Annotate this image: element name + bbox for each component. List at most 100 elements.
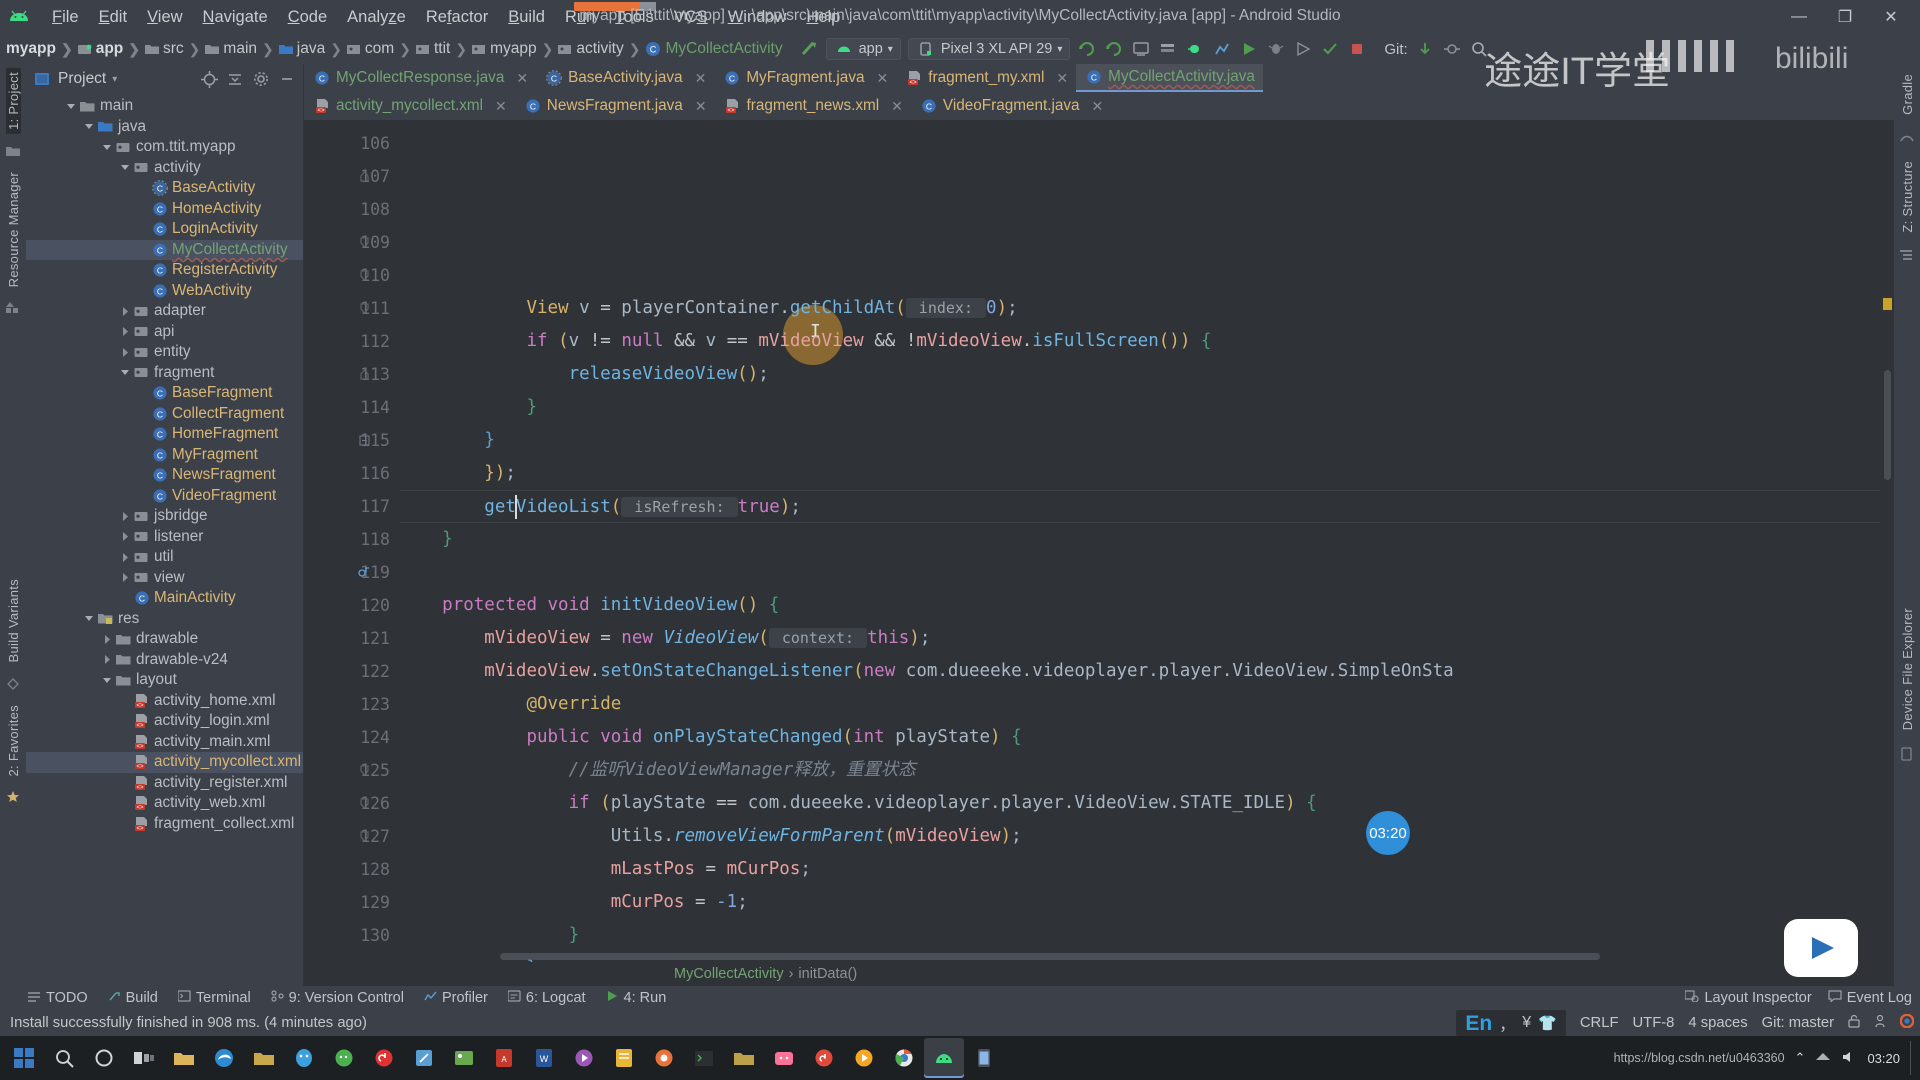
- tree-twisty-right-icon[interactable]: [102, 634, 113, 644]
- rail-item-favorites[interactable]: 2: Favorites: [6, 701, 21, 781]
- tree-node-activity-web-xml[interactable]: <> activity_web.xml: [26, 793, 303, 814]
- tree-node-activity-home-xml[interactable]: <> activity_home.xml: [26, 691, 303, 712]
- taskbar-app-edge[interactable]: [204, 1038, 244, 1078]
- breadcrumb-mycollectactivity[interactable]: C MyCollectActivity: [645, 40, 783, 58]
- line-number[interactable]: 112: [304, 325, 400, 358]
- ime-skin-icon[interactable]: 👕: [1538, 1014, 1557, 1032]
- code-line[interactable]: View v = playerContainer.getChildAt( ind…: [400, 292, 1880, 325]
- fold-start-icon[interactable]: [358, 424, 370, 457]
- code-line[interactable]: }: [400, 919, 1880, 952]
- lock-icon[interactable]: [1848, 1014, 1860, 1032]
- tree-twisty-right-icon[interactable]: [120, 347, 131, 357]
- ime-fullwidth-icon[interactable]: ¥: [1522, 1014, 1531, 1032]
- line-number[interactable]: 110: [304, 259, 400, 292]
- tree-node-registeractivity[interactable]: C RegisterActivity: [26, 260, 303, 281]
- line-number[interactable]: 116: [304, 457, 400, 490]
- attach-debugger-icon[interactable]: [1185, 39, 1205, 59]
- line-number[interactable]: 115: [304, 424, 400, 457]
- tree-node-layout[interactable]: layout: [26, 670, 303, 691]
- taskbar-app-qq[interactable]: [284, 1038, 324, 1078]
- code-line[interactable]: }: [400, 391, 1880, 424]
- tree-node-fragment-collect-xml[interactable]: <> fragment_collect.xml: [26, 814, 303, 835]
- rail-item-build-variants[interactable]: Build Variants: [6, 575, 21, 666]
- menu-analyze[interactable]: Analyze: [337, 5, 416, 30]
- sdk-manager-icon[interactable]: [1158, 39, 1178, 59]
- line-number[interactable]: 113: [304, 358, 400, 391]
- menu-view[interactable]: View: [137, 5, 192, 30]
- tree-twisty-down-icon[interactable]: [102, 676, 113, 685]
- tree-twisty-down-icon[interactable]: [120, 368, 131, 377]
- breadcrumb-app[interactable]: app ❯: [77, 40, 145, 58]
- code-line[interactable]: public void onPlayStateChanged(int playS…: [400, 721, 1880, 754]
- tree-node-com-ttit-myapp[interactable]: com.ttit.myapp: [26, 137, 303, 158]
- fold-mid-icon[interactable]: [358, 754, 370, 787]
- git-update-icon[interactable]: [1415, 39, 1435, 59]
- editor-tab-fragment-news-xml[interactable]: <> fragment_news.xml ✕: [715, 92, 911, 120]
- breadcrumb-main[interactable]: main ❯: [205, 40, 278, 58]
- fold-mid-icon[interactable]: [358, 820, 370, 853]
- line-number[interactable]: 106: [304, 127, 400, 160]
- editor-tab-newsfragment-java[interactable]: C NewsFragment.java ✕: [515, 92, 715, 120]
- chevron-down-icon[interactable]: ▾: [112, 74, 117, 85]
- taskbar-app-bilibili[interactable]: [764, 1038, 804, 1078]
- code-line[interactable]: mLastPos = mCurPos;: [400, 853, 1880, 886]
- tool-window-layout-inspector[interactable]: Layout Inspector: [1684, 990, 1812, 1006]
- hide-panel-icon[interactable]: [277, 69, 297, 89]
- tree-node-adapter[interactable]: adapter: [26, 301, 303, 322]
- line-number[interactable]: 109: [304, 226, 400, 259]
- taskbar-app-notes[interactable]: [604, 1038, 644, 1078]
- device-selector[interactable]: Pixel 3 XL API 29 ▾: [907, 38, 1071, 60]
- line-number[interactable]: 107: [304, 160, 400, 193]
- taskbar-app-word[interactable]: W: [524, 1038, 564, 1078]
- taskbar-app-browser[interactable]: [644, 1038, 684, 1078]
- rail-item-resource-manager[interactable]: Resource Manager: [6, 168, 21, 291]
- close-icon[interactable]: ✕: [891, 98, 903, 115]
- tool-window-terminal[interactable]: Terminal: [177, 990, 251, 1006]
- tree-twisty-right-icon[interactable]: [120, 532, 131, 542]
- tree-node-drawable-v24[interactable]: drawable-v24: [26, 650, 303, 671]
- tool-window-run[interactable]: 4: Run: [606, 990, 666, 1006]
- tree-node-videofragment[interactable]: C VideoFragment: [26, 486, 303, 507]
- close-icon[interactable]: ✕: [695, 98, 707, 115]
- breadcrumb-src[interactable]: src ❯: [145, 40, 205, 58]
- line-number-gutter[interactable]: 106 107 108 109 110 111 112 113 114 115 116 117 118 1…: [304, 120, 400, 962]
- tree-node-homefragment[interactable]: C HomeFragment: [26, 424, 303, 445]
- taskbar-app-wechat[interactable]: [324, 1038, 364, 1078]
- close-icon[interactable]: ✕: [516, 70, 528, 87]
- make-project-icon[interactable]: [799, 39, 819, 59]
- tree-node-entity[interactable]: entity: [26, 342, 303, 363]
- breadcrumb-myapp[interactable]: myapp ❯: [6, 40, 78, 58]
- search-everywhere-icon[interactable]: [1469, 39, 1489, 59]
- tree-node-basefragment[interactable]: C BaseFragment: [26, 383, 303, 404]
- stop-button[interactable]: [1347, 39, 1367, 59]
- menu-refactor[interactable]: Refactor: [416, 5, 498, 30]
- close-icon[interactable]: ✕: [1092, 98, 1104, 115]
- start-button[interactable]: [4, 1038, 44, 1078]
- fold-mid-icon[interactable]: [358, 259, 370, 292]
- collapse-all-icon[interactable]: [225, 69, 245, 89]
- chrome-icon[interactable]: [1899, 1013, 1915, 1032]
- menu-navigate[interactable]: Navigate: [193, 5, 278, 30]
- code-line[interactable]: mCurPos = -1;: [400, 886, 1880, 919]
- breadcrumb-myapp-pkg[interactable]: myapp ❯: [472, 40, 558, 58]
- git-commit-icon[interactable]: [1442, 39, 1462, 59]
- status-encoding[interactable]: UTF-8: [1632, 1015, 1674, 1031]
- tray-clock[interactable]: 03:20: [1867, 1051, 1900, 1066]
- editor-tab-mycollectactivity-java[interactable]: C MyCollectActivity.java: [1076, 64, 1263, 92]
- tree-node-mycollectactivity[interactable]: C MyCollectActivity: [26, 239, 303, 260]
- tree-node-loginactivity[interactable]: C LoginActivity: [26, 219, 303, 240]
- tree-node-webactivity[interactable]: C WebActivity: [26, 281, 303, 302]
- tree-node-myfragment[interactable]: C MyFragment: [26, 445, 303, 466]
- taskbar-app-music[interactable]: [804, 1038, 844, 1078]
- taskbar-app-folder[interactable]: [244, 1038, 284, 1078]
- fold-mid-icon[interactable]: [358, 292, 370, 325]
- tree-node-util[interactable]: util: [26, 547, 303, 568]
- tree-twisty-right-icon[interactable]: [120, 327, 131, 337]
- profiler-icon[interactable]: [1212, 39, 1232, 59]
- run-button[interactable]: [1239, 39, 1259, 59]
- tree-node-activity[interactable]: activity: [26, 158, 303, 179]
- line-number[interactable]: 125: [304, 754, 400, 787]
- tool-window-logcat[interactable]: 6: Logcat: [507, 990, 586, 1006]
- taskbar-app-emulator[interactable]: [964, 1038, 1004, 1078]
- close-icon[interactable]: ✕: [876, 70, 888, 87]
